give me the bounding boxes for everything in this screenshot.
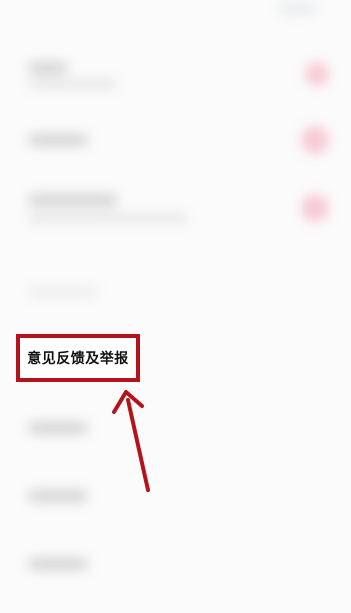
toggle-icon[interactable] [301, 194, 329, 222]
row-title-placeholder [28, 558, 88, 570]
settings-row[interactable] [0, 110, 351, 172]
settings-row[interactable] [0, 178, 351, 240]
feedback-report-item[interactable]: 意见反馈及举报 [16, 334, 140, 382]
section-header-placeholder [28, 288, 98, 296]
row-subtitle-placeholder [28, 214, 188, 222]
settings-row[interactable] [0, 44, 351, 106]
row-title-placeholder [28, 194, 118, 206]
row-title-placeholder [28, 490, 88, 502]
toggle-icon[interactable] [305, 62, 329, 86]
settings-row[interactable] [0, 536, 351, 598]
blurred-background [0, 0, 351, 613]
row-title-placeholder [28, 422, 88, 434]
settings-row[interactable] [0, 468, 351, 530]
feedback-report-label: 意见反馈及举报 [27, 351, 129, 367]
toggle-icon[interactable] [301, 126, 329, 154]
status-bar-indicator [277, 4, 317, 14]
settings-row[interactable] [0, 400, 351, 462]
row-title-placeholder [28, 134, 88, 146]
section-header [0, 264, 351, 326]
arrow-shaft [126, 398, 150, 492]
pointer-arrow-icon [112, 390, 150, 492]
row-title-placeholder [28, 62, 68, 74]
phone-screen: 意见反馈及举报 [0, 0, 351, 613]
row-subtitle-placeholder [28, 80, 118, 88]
